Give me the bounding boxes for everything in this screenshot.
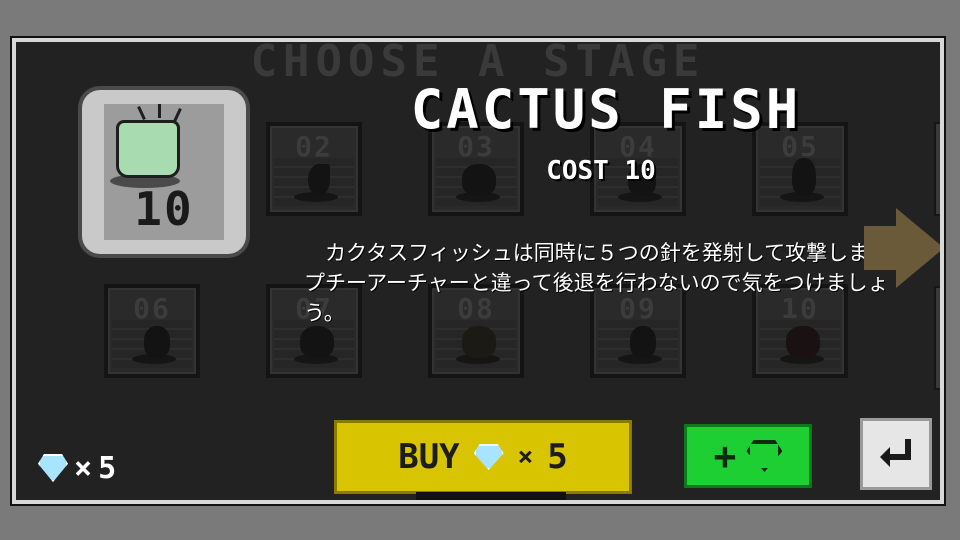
monster-silhouette (300, 326, 334, 358)
diamond-icon (473, 444, 504, 470)
monster-name: CACTUS FISH (410, 78, 802, 141)
buy-label: BUY (398, 437, 460, 477)
monster-silhouette (786, 326, 820, 358)
buy-amount: 5 (547, 437, 568, 477)
stage-tile-02[interactable]: 02 (266, 122, 362, 216)
stage-select-panel: CHOOSE A STAGE 02 03 04 05 06 07 08 09 1… (12, 38, 944, 504)
monster-silhouette (792, 158, 816, 196)
monster-silhouette (144, 326, 170, 358)
monster-silhouette (462, 326, 496, 358)
plus-icon: + (713, 434, 737, 478)
cactus-fish-icon (116, 120, 180, 178)
back-button[interactable] (860, 418, 932, 490)
buy-multiplier: × (517, 442, 534, 472)
stage-number: 02 (295, 130, 333, 163)
monster-silhouette (630, 326, 656, 358)
stage-cost: COST 10 (546, 156, 656, 186)
gem-balance: × 5 (38, 448, 116, 488)
selected-stage-number: 10 (134, 182, 194, 236)
selected-stage-tile[interactable]: 10 (82, 90, 246, 254)
gem-count-value: 5 (98, 450, 117, 486)
add-gems-button[interactable]: + (684, 424, 812, 488)
monster-description: カクタスフィッシュは同時に５つの針を発射して攻撃します。プチーアーチャーと違って… (304, 241, 910, 325)
diamond-outline-icon (746, 440, 783, 472)
buy-button[interactable]: BUY × 5 (334, 420, 632, 494)
diamond-icon (38, 454, 68, 482)
stage-tile-06[interactable]: 06 (104, 284, 200, 378)
stage-number: 06 (133, 292, 171, 325)
gem-multiplier: × (74, 450, 93, 486)
right-arrow-icon[interactable] (896, 208, 940, 288)
return-arrow-icon (880, 439, 911, 467)
monster-silhouette (308, 164, 330, 196)
